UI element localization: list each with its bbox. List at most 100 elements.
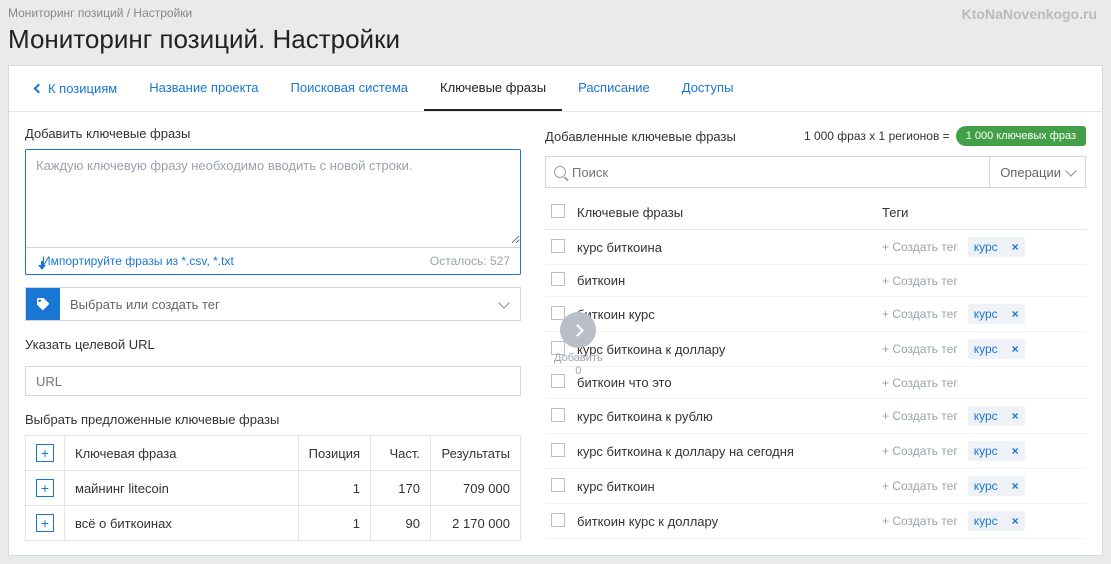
row-checkbox[interactable] [551,408,565,422]
remove-tag-icon[interactable]: × [1012,479,1019,493]
create-tag-button[interactable]: + Создать тег [882,307,958,321]
chevron-left-icon [34,84,44,94]
keyword-phrase: биткоин курс [571,297,876,332]
add-button-label: Добавить0 [554,352,603,378]
tag-pill: курс × [968,511,1025,531]
phrases-textarea-wrap: Импортируйте фразы из *.csv, *.txt Остал… [25,149,521,275]
tag-pill: курс × [968,406,1025,426]
keyword-phrase: курс биткоина к рублю [571,399,876,434]
summary-badge: 1 000 ключевых фраз [956,126,1086,146]
table-row: курс биткоина к доллару + Создать тег курс… [545,332,1086,367]
suggest-phrase: майнинг litecoin [65,471,299,506]
tag-name: курс [974,342,998,356]
keyword-phrase: биткоин курс к доллару [571,504,876,539]
search-box [545,156,990,188]
tag-name: курс [974,409,998,423]
suggest-col-0: Ключевая фраза [65,436,299,471]
remove-tag-icon[interactable]: × [1012,514,1019,528]
suggest-table: +Ключевая фразаПозицияЧаст.Результаты +м… [25,435,521,541]
tag-select-placeholder: Выбрать или создать тег [60,297,500,312]
keyword-phrase: курс биткоин [571,469,876,504]
remove-tag-icon[interactable]: × [1012,342,1019,356]
add-suggest-0[interactable]: + [36,479,54,497]
tag-pill: курс × [968,339,1025,359]
keyword-phrase: курс биткоина к доллару на сегодня [571,434,876,469]
add-button-group: Добавить0 [554,312,603,378]
tag-pill: курс× [968,476,1025,496]
create-tag-button[interactable]: + Создать тег [882,409,958,423]
suggest-freq: 170 [371,471,431,506]
tab-2[interactable]: Ключевые фразы [424,66,562,111]
create-tag-button[interactable]: + Создать тег [882,274,958,288]
create-tag-button[interactable]: + Создать тег [882,514,958,528]
remaining-counter: Осталось: 527 [430,254,510,268]
create-tag-button[interactable]: + Создать тег [882,342,958,356]
add-suggest-1[interactable]: + [36,514,54,532]
row-checkbox[interactable] [551,513,565,527]
tab-1[interactable]: Поисковая система [275,66,425,109]
back-label: К позициям [48,81,117,96]
tag-pill: курс× [968,304,1025,324]
remove-tag-icon[interactable]: × [1012,444,1019,458]
suggest-col-1: Позиция [298,436,370,471]
tab-4[interactable]: Доступы [666,66,750,109]
table-row: курс биткоина к рублю + Создать тег курс × [545,399,1086,434]
row-checkbox[interactable] [551,272,565,286]
breadcrumb: Мониторинг позиций / Настройки [8,0,1103,22]
remove-tag-icon[interactable]: × [1012,307,1019,321]
table-row: биткоин что это + Создать тег [545,367,1086,399]
added-phrases-title: Добавленные ключевые фразы [545,129,736,144]
page-title: Мониторинг позиций. Настройки [8,22,1103,65]
summary-text: 1 000 фраз x 1 регионов = [804,129,950,143]
suggest-phrase: всё о биткоинах [65,506,299,541]
row-checkbox[interactable] [551,478,565,492]
suggest-position: 1 [298,506,370,541]
keyword-phrase: биткоин [571,265,876,297]
table-row: биткоин курс + Создать тег курс× [545,297,1086,332]
back-link[interactable]: К позициям [19,67,133,110]
add-button[interactable] [560,312,596,348]
search-input[interactable] [572,165,981,180]
url-input[interactable] [25,366,521,396]
operations-label: Операции [1000,165,1061,180]
suggest-position: 1 [298,471,370,506]
table-row: курс биткоин + Создать тег курс× [545,469,1086,504]
remove-tag-icon[interactable]: × [1012,409,1019,423]
tag-pill: курс × [968,441,1025,461]
col-phrase: Ключевые фразы [571,196,876,230]
url-label: Указать целевой URL [25,337,521,352]
table-row: биткоин + Создать тег [545,265,1086,297]
operations-button[interactable]: Операции [990,156,1086,188]
row-checkbox[interactable] [551,239,565,253]
tag-pill: курс × [968,237,1025,257]
import-link[interactable]: Импортируйте фразы из *.csv, *.txt [36,254,234,268]
col-tags: Теги [876,196,1086,230]
phrases-textarea[interactable] [26,150,520,244]
create-tag-button[interactable]: + Создать тег [882,376,958,390]
chevron-right-icon [571,324,584,337]
add-all-suggest[interactable]: + [36,444,54,462]
tab-0[interactable]: Название проекта [133,66,274,109]
tab-3[interactable]: Расписание [562,66,666,109]
remove-tag-icon[interactable]: × [1012,240,1019,254]
suggest-results: 709 000 [431,471,521,506]
select-all-checkbox[interactable] [551,204,565,218]
create-tag-button[interactable]: + Создать тег [882,479,958,493]
keyword-phrase: биткоин что это [571,367,876,399]
create-tag-button[interactable]: + Создать тег [882,240,958,254]
chevron-down-icon [498,297,509,308]
suggest-results: 2 170 000 [431,506,521,541]
table-row: курс биткоина к доллару на сегодня + Созд… [545,434,1086,469]
tag-name: курс [974,240,998,254]
table-row: курс биткоина+ Создать тегкурс× [545,230,1086,265]
tag-name: курс [974,514,998,528]
keyword-phrase: курс биткоина к доллару [571,332,876,367]
tabs-bar: К позициям Название проектаПоисковая сис… [9,66,1102,112]
row-checkbox[interactable] [551,443,565,457]
suggest-label: Выбрать предложенные ключевые фразы [25,412,521,427]
tag-name: курс [974,444,998,458]
tag-select[interactable]: Выбрать или создать тег [25,287,521,321]
create-tag-button[interactable]: + Создать тег [882,444,958,458]
chevron-down-icon [1065,165,1076,176]
tag-icon [26,288,60,320]
